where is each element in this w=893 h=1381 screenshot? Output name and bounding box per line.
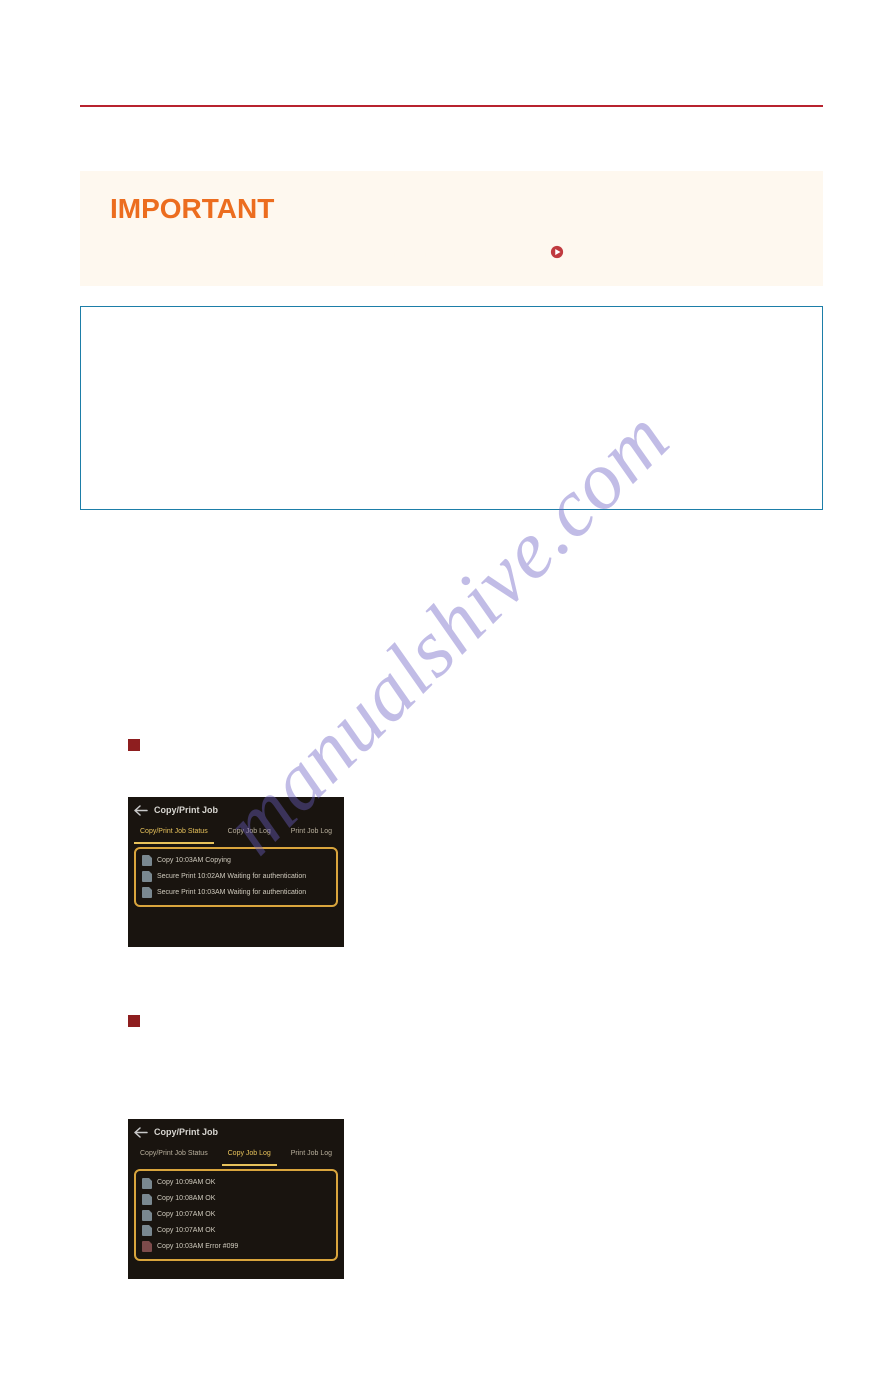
list-item[interactable]: Copy 10:09AM OK	[140, 1175, 332, 1191]
list-item[interactable]: Secure Print 10:02AM Waiting for authent…	[140, 869, 332, 885]
step-1: 1 Select <Status Monitor>.	[80, 538, 823, 575]
list-item[interactable]: Copy 10:03AM Error #099	[140, 1239, 332, 1255]
document-icon	[142, 855, 152, 866]
horizontal-rule	[80, 105, 823, 107]
screenshot-title: Copy/Print Job	[154, 803, 218, 818]
tab-copy-job-log[interactable]: Copy Job Log	[222, 1145, 277, 1166]
tab-print-job-log[interactable]: Print Job Log	[285, 823, 338, 844]
sub1-line: Select the document whose status you wan…	[128, 763, 823, 785]
sub2-result: ➠ Displays detailed information about th…	[128, 1291, 823, 1313]
important-link[interactable]: Display Job Log(P. 554)	[567, 245, 704, 260]
tab-copy-job-log[interactable]: Copy Job Log	[222, 823, 277, 844]
sub2-heading: To check the copy logs	[128, 1011, 823, 1033]
document-icon	[142, 1210, 152, 1221]
sub2-line1: Select the document whose log you want t…	[128, 1039, 823, 1061]
tab-copy-print-status[interactable]: Copy/Print Job Status	[134, 823, 214, 844]
section-header: Copying	[80, 60, 823, 75]
important-body: When <Display Job Log> is set to <Off>, …	[110, 243, 793, 264]
document-icon	[142, 1241, 152, 1252]
step-2: 2 Select <Copy/Print Job>.	[80, 604, 823, 641]
screenshot-status: Copy/Print Job Copy/Print Job Status Cop…	[128, 797, 344, 947]
list-item[interactable]: Copy 10:03AM Copying	[140, 853, 332, 869]
note-bullet: When some long time has already passed a…	[103, 393, 800, 437]
note-heading: Useful in the following cases	[103, 365, 800, 387]
square-bullet-icon	[128, 1015, 140, 1027]
intro-text: You can check the current copy statuses …	[80, 129, 823, 151]
step-3: 3 Check the copy statuses and logs. To c…	[80, 669, 823, 1313]
note-title: NOTE	[103, 325, 800, 351]
important-callout: IMPORTANT When <Display Job Log> is set …	[80, 171, 823, 286]
sub1-heading: To check the copy statuses	[128, 735, 823, 757]
screenshot-title: Copy/Print Job	[154, 1125, 218, 1140]
list-item[interactable]: Secure Print 10:03AM Waiting for authent…	[140, 885, 332, 901]
document-icon	[142, 871, 152, 882]
document-icon	[142, 887, 152, 898]
page-number: 207	[0, 1225, 893, 1239]
document-icon	[142, 1194, 152, 1205]
important-title: IMPORTANT	[110, 193, 793, 225]
tab-copy-print-status[interactable]: Copy/Print Job Status	[134, 1145, 214, 1166]
document-icon	[142, 1178, 152, 1189]
sub2-line2: <OK> is displayed when a document was co…	[128, 1063, 823, 1107]
list-item[interactable]: Copy 10:08AM OK	[140, 1191, 332, 1207]
back-icon[interactable]	[134, 1127, 148, 1138]
tab-print-job-log[interactable]: Print Job Log	[285, 1145, 338, 1166]
sub1-result: ➠ Displays detailed information about th…	[128, 959, 823, 981]
square-bullet-icon	[128, 739, 140, 751]
note-bullet: When you cannot find your printouts that…	[103, 443, 800, 487]
back-icon[interactable]	[134, 805, 148, 816]
list-item[interactable]: Copy 10:07AM OK	[140, 1207, 332, 1223]
link-play-icon	[550, 245, 564, 259]
screenshot-log: Copy/Print Job Copy/Print Job Status Cop…	[128, 1119, 344, 1279]
note-callout: NOTE Useful in the following cases When …	[80, 306, 823, 510]
